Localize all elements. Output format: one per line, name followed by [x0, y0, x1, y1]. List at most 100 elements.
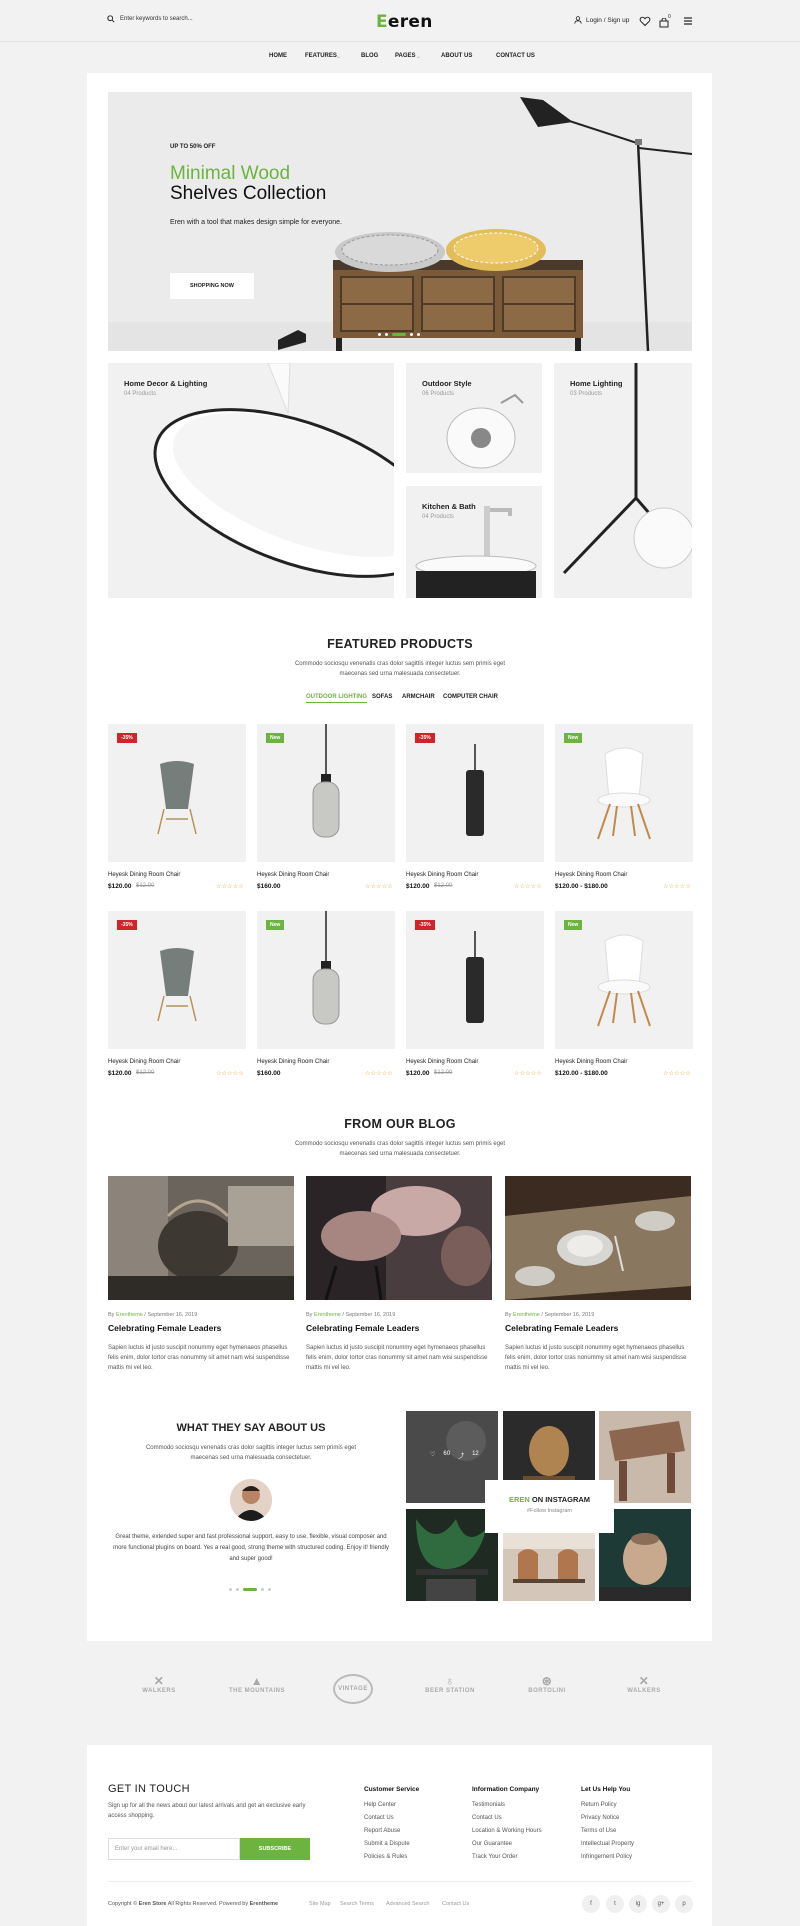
product-image[interactable]: -35%: [108, 724, 246, 862]
brand-logo[interactable]: ▲ THE MOUNTAINS: [222, 1674, 292, 1714]
product-image[interactable]: -35%: [406, 724, 544, 862]
blog-image[interactable]: [505, 1176, 691, 1300]
nav-about[interactable]: ABOUT US: [441, 53, 472, 59]
brand-name: THE MOUNTAINS: [228, 1688, 286, 1694]
footer-link[interactable]: Report Abuse: [364, 1828, 400, 1834]
top-header: Enter keywords to search... Eeren Login …: [0, 0, 800, 42]
footer-bottom-link[interactable]: Advanced Search: [386, 1901, 429, 1907]
footer-link[interactable]: Privacy Notice: [581, 1815, 619, 1821]
blog-post-title[interactable]: Celebrating Female Leaders: [505, 1323, 618, 1333]
brand-logo[interactable]: ♁ BEER STATION: [415, 1674, 485, 1714]
tab-computer-chair[interactable]: COMPUTER CHAIR: [443, 694, 498, 700]
tab-armchair[interactable]: ARMCHAIR: [402, 694, 435, 700]
blog-post-title[interactable]: Celebrating Female Leaders: [306, 1323, 419, 1333]
category-home-lighting[interactable]: Home Lighting 03 Products: [554, 363, 692, 598]
nav-contact[interactable]: CONTACT US: [496, 53, 535, 59]
product-name[interactable]: Heyesk Dining Room Chair: [555, 1059, 627, 1065]
wishlist-icon[interactable]: [639, 15, 651, 27]
cart-button[interactable]: 0: [659, 14, 675, 28]
category-kitchen-bath[interactable]: Kitchen & Bath 04 Products: [406, 486, 542, 598]
twitter-icon[interactable]: t: [606, 1895, 624, 1913]
pinterest-icon[interactable]: p: [675, 1895, 693, 1913]
tab-outdoor-lighting[interactable]: OUTDOOR LIGHTING: [306, 694, 367, 703]
login-link[interactable]: Login / Sign up: [574, 16, 629, 24]
brand-logo[interactable]: ⊛ BORTOLINI: [512, 1674, 582, 1714]
carousel-dot[interactable]: [236, 1588, 239, 1591]
product-photo: [406, 724, 544, 862]
subscribe-button[interactable]: SUBSCRIBE: [240, 1838, 310, 1860]
carousel-dot[interactable]: [268, 1588, 271, 1591]
blog-author[interactable]: Erentheme: [116, 1312, 143, 1318]
nav-features[interactable]: FEATURES: [305, 53, 337, 59]
footer-link[interactable]: Contact Us: [472, 1815, 502, 1821]
footer-link[interactable]: Submit a Dispute: [364, 1841, 410, 1847]
blog-post-title[interactable]: Celebrating Female Leaders: [108, 1323, 221, 1333]
category-outdoor-style[interactable]: Outdoor Style 06 Products: [406, 363, 542, 473]
brand-logo[interactable]: ✕ WALKERS: [124, 1674, 194, 1714]
blog-photo: [306, 1176, 492, 1300]
carousel-dot[interactable]: [261, 1588, 264, 1591]
footer-link[interactable]: Terms of Use: [581, 1828, 616, 1834]
product-name[interactable]: Heyesk Dining Room Chair: [108, 872, 180, 878]
product-name[interactable]: Heyesk Dining Room Chair: [406, 872, 478, 878]
footer-link[interactable]: Help Center: [364, 1802, 396, 1808]
tab-sofas[interactable]: SOFAS: [372, 694, 392, 700]
blog-author[interactable]: Erentheme: [314, 1312, 341, 1318]
footer-link[interactable]: Our Guarantee: [472, 1841, 512, 1847]
product-image[interactable]: New: [555, 911, 693, 1049]
product-name[interactable]: Heyesk Dining Room Chair: [555, 872, 627, 878]
slider-dot[interactable]: [410, 333, 413, 336]
brand-logo[interactable]: ✕ WALKERS: [609, 1674, 679, 1714]
google-plus-icon[interactable]: g+: [652, 1895, 670, 1913]
footer-link[interactable]: Policies & Rules: [364, 1854, 407, 1860]
nav-blog[interactable]: BLOG: [361, 53, 378, 59]
nav-home[interactable]: HOME: [269, 53, 287, 59]
logo[interactable]: Eeren: [376, 12, 433, 32]
copyright-brand[interactable]: Erentheme: [250, 1901, 278, 1907]
footer-bottom-link[interactable]: Contact Us: [442, 1901, 469, 1907]
product-image[interactable]: -35%: [406, 911, 544, 1049]
blog-author[interactable]: Erentheme: [513, 1312, 540, 1318]
footer-link[interactable]: Track Your Order: [472, 1854, 517, 1860]
product-name[interactable]: Heyesk Dining Room Chair: [406, 1059, 478, 1065]
menu-icon[interactable]: [682, 15, 694, 27]
brand-logo[interactable]: VINTAGE: [318, 1674, 388, 1714]
footer-link[interactable]: Testimonials: [472, 1802, 505, 1808]
slider-dot[interactable]: [417, 333, 420, 336]
nav-pages[interactable]: PAGES: [395, 53, 416, 59]
product-name[interactable]: Heyesk Dining Room Chair: [108, 1059, 180, 1065]
product-name[interactable]: Heyesk Dining Room Chair: [257, 872, 329, 878]
product-name[interactable]: Heyesk Dining Room Chair: [257, 1059, 329, 1065]
slider-dot[interactable]: [385, 333, 388, 336]
instagram-follow[interactable]: #Follow Instagram: [485, 1508, 614, 1514]
footer-link[interactable]: Infringement Policy: [581, 1854, 632, 1860]
footer-bottom-link[interactable]: Site Map: [309, 1901, 331, 1907]
shop-now-button[interactable]: SHOPPING NOW: [170, 273, 254, 299]
carousel-dot-active[interactable]: [243, 1588, 257, 1591]
slider-dot[interactable]: [378, 333, 381, 336]
category-home-decor[interactable]: Home Decor & Lighting 04 Products: [108, 363, 394, 598]
facebook-icon[interactable]: f: [582, 1895, 600, 1913]
footer-link[interactable]: Return Policy: [581, 1802, 617, 1808]
carousel-dot[interactable]: [229, 1588, 232, 1591]
blog-image[interactable]: [108, 1176, 294, 1300]
product-image[interactable]: New: [555, 724, 693, 862]
blog-image[interactable]: [306, 1176, 492, 1300]
product-image[interactable]: -35%: [108, 911, 246, 1049]
instagram-icon[interactable]: ig: [629, 1895, 647, 1913]
footer-link[interactable]: Intellectual Property: [581, 1841, 634, 1847]
footer-link[interactable]: Contact Us: [364, 1815, 394, 1821]
email-input[interactable]: Enter your email here...: [108, 1838, 240, 1860]
instagram-title-rest: ON INSTAGRAM: [529, 1495, 591, 1504]
search-field[interactable]: Enter keywords to search...: [107, 15, 193, 23]
instagram-overlay[interactable]: EREN ON INSTAGRAM #Follow Instagram: [485, 1480, 614, 1533]
product-image[interactable]: New: [257, 911, 395, 1049]
testimonial-subtitle: Commodo sociosqu venenatis cras dolor sa…: [145, 1445, 357, 1461]
footer-bottom-link[interactable]: Search Terms: [340, 1901, 374, 1907]
slider-dot-active[interactable]: [392, 333, 406, 336]
search-placeholder[interactable]: Enter keywords to search...: [120, 16, 193, 22]
bulb-icon: ♁: [445, 1674, 455, 1688]
search-icon[interactable]: [107, 15, 115, 23]
product-image[interactable]: New: [257, 724, 395, 862]
footer-link[interactable]: Location & Working Hours: [472, 1828, 542, 1834]
